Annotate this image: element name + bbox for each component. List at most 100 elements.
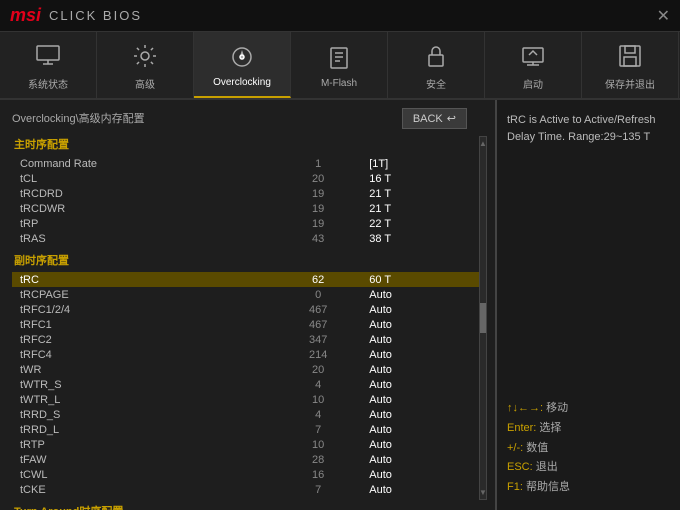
row-value: 21 T	[365, 186, 483, 201]
nav-item-security[interactable]: 安全	[388, 32, 485, 98]
table-row: tRCDWR1921 T	[12, 201, 483, 216]
nav-item-boot[interactable]: 启动	[485, 32, 582, 98]
key-hints: ↑↓←→: 移动Enter: 选择+/-: 数值ESC: 退出F1: 帮助信息	[507, 399, 670, 498]
row-current: 1	[271, 156, 365, 171]
row-current: 43	[271, 231, 365, 246]
row-value: 22 T	[365, 216, 483, 231]
row-name: Command Rate	[12, 156, 271, 171]
row-name: tRRD_L	[12, 422, 271, 437]
row-name: tRFC4	[12, 347, 271, 362]
row-name: tRP	[12, 216, 271, 231]
row-current: 467	[271, 302, 365, 317]
table-row: tWTR_L10Auto	[12, 392, 483, 407]
scroll-thumb[interactable]	[480, 303, 486, 333]
row-value: Auto	[365, 302, 483, 317]
row-name: tWR	[12, 362, 271, 377]
row-value: Auto	[365, 392, 483, 407]
row-value: Auto	[365, 467, 483, 482]
nav-bar: 系统状态 高级 Overclocking M-Flash 安全 启动 保存并退出	[0, 32, 680, 100]
row-current: 10	[271, 437, 365, 452]
table-row: tRFC2347Auto	[12, 332, 483, 347]
nav-label-boot: 启动	[523, 76, 543, 91]
scroll-up-icon[interactable]: ▲	[479, 139, 487, 148]
row-name: tRFC2	[12, 332, 271, 347]
row-value: Auto	[365, 347, 483, 362]
row-value: Auto	[365, 332, 483, 347]
row-name: tWTR_L	[12, 392, 271, 407]
row-name: tRCPAGE	[12, 287, 271, 302]
gear-icon	[129, 40, 161, 72]
table-row: tRRD_L7Auto	[12, 422, 483, 437]
key-name: F1:	[507, 481, 523, 493]
scrollbar[interactable]: ▲ ▼	[479, 136, 487, 500]
row-name: tRFC1	[12, 317, 271, 332]
key-name: Enter:	[507, 422, 536, 434]
back-button[interactable]: BACK ↩	[402, 108, 467, 129]
config-content: 主时序配置Command Rate1[1T]tCL2016 TtRCDRD192…	[12, 136, 483, 510]
row-name: tRCDRD	[12, 186, 271, 201]
nav-label-system-status: 系统状态	[28, 76, 68, 91]
row-name: tRRD_S	[12, 407, 271, 422]
key-hint-line: Enter: 选择	[507, 419, 670, 439]
row-current: 28	[271, 452, 365, 467]
scroll-down-icon[interactable]: ▼	[479, 488, 487, 497]
key-name: +/-:	[507, 442, 523, 454]
key-name: ESC:	[507, 461, 533, 473]
table-row[interactable]: tRC6260 T	[12, 272, 483, 287]
row-value: Auto	[365, 317, 483, 332]
row-current: 19	[271, 216, 365, 231]
row-current: 347	[271, 332, 365, 347]
section-header-secondary-timing: 副时序配置	[12, 252, 483, 268]
row-current: 0	[271, 287, 365, 302]
key-name: ↑↓←→:	[507, 402, 543, 414]
row-current: 7	[271, 482, 365, 497]
boot-icon	[517, 40, 549, 72]
nav-label-advanced: 高级	[135, 76, 155, 91]
row-current: 20	[271, 362, 365, 377]
nav-label-save-exit: 保存并退出	[605, 76, 655, 91]
table-row: tRFC4214Auto	[12, 347, 483, 362]
row-value: Auto	[365, 422, 483, 437]
main-content: Overclocking\高级内存配置 BACK ↩ 主时序配置Command …	[0, 100, 680, 510]
row-value: 21 T	[365, 201, 483, 216]
title-bar: msi CLICK BIOS ✕	[0, 0, 680, 32]
table-row: tRCPAGE0Auto	[12, 287, 483, 302]
row-value: 60 T	[365, 272, 483, 287]
nav-item-overclocking[interactable]: Overclocking	[194, 32, 291, 98]
row-name: tRAS	[12, 231, 271, 246]
row-value: Auto	[365, 377, 483, 392]
key-desc: 移动	[546, 402, 568, 414]
nav-item-save-exit[interactable]: 保存并退出	[582, 32, 679, 98]
row-name: tWTR_S	[12, 377, 271, 392]
table-row: tFAW28Auto	[12, 452, 483, 467]
lock-icon	[420, 40, 452, 72]
section-header-primary-timing: 主时序配置	[12, 136, 483, 152]
table-row: tCWL16Auto	[12, 467, 483, 482]
nav-item-advanced[interactable]: 高级	[97, 32, 194, 98]
nav-label-m-flash: M-Flash	[321, 78, 357, 89]
key-desc: 选择	[539, 422, 561, 434]
nav-item-system-status[interactable]: 系统状态	[0, 32, 97, 98]
row-value: 16 T	[365, 171, 483, 186]
row-current: 4	[271, 377, 365, 392]
help-text: tRC is Active to Active/Refresh Delay Ti…	[507, 112, 670, 391]
config-table-secondary-timing: tRC6260 TtRCPAGE0AutotRFC1/2/4467AutotRF…	[12, 272, 483, 497]
bios-title: CLICK BIOS	[49, 8, 142, 23]
row-name: tRFC1/2/4	[12, 302, 271, 317]
row-current: 4	[271, 407, 365, 422]
back-label: BACK	[413, 113, 443, 125]
flash-icon	[323, 42, 355, 74]
table-row: tCKE7Auto	[12, 482, 483, 497]
table-row: tRTP10Auto	[12, 437, 483, 452]
nav-item-m-flash[interactable]: M-Flash	[291, 32, 388, 98]
section-header-turnaround: Turn Around时序配置	[12, 503, 483, 510]
row-name: tRC	[12, 272, 271, 287]
row-name: tCL	[12, 171, 271, 186]
row-name: tCWL	[12, 467, 271, 482]
row-current: 19	[271, 186, 365, 201]
row-name: tCKE	[12, 482, 271, 497]
close-button[interactable]: ✕	[657, 6, 670, 26]
nav-label-security: 安全	[426, 76, 446, 91]
table-row: tRCDRD1921 T	[12, 186, 483, 201]
table-row: tCL2016 T	[12, 171, 483, 186]
